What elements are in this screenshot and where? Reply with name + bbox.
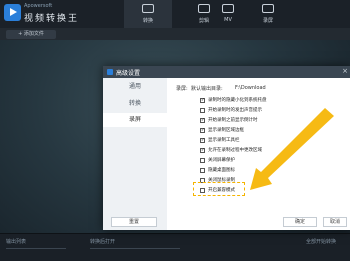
annotation-overlay	[250, 108, 334, 190]
annotation-arrow	[250, 108, 334, 190]
